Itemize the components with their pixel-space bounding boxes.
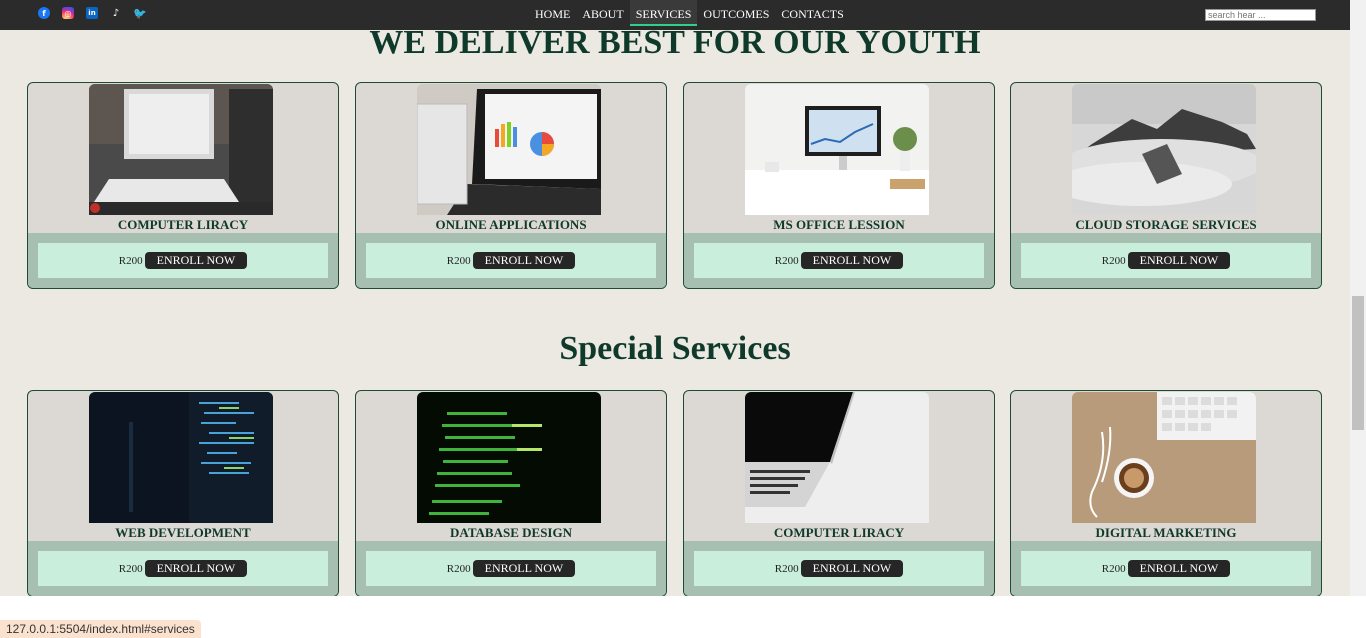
card-price: R200 xyxy=(1101,254,1126,267)
service-card: WEB DEVELOPMENT R200 ENROLL NOW xyxy=(27,390,339,597)
card-price: R200 xyxy=(774,562,799,575)
search-input[interactable] xyxy=(1205,9,1316,21)
twitter-icon[interactable]: 🐦 xyxy=(133,7,147,20)
service-card: DATABASE DESIGN R200 ENROLL NOW xyxy=(355,390,667,597)
enroll-now-button[interactable]: ENROLL NOW xyxy=(1127,560,1231,577)
card-enroll-box: R200 ENROLL NOW xyxy=(366,243,656,278)
card-enroll-box: R200 ENROLL NOW xyxy=(38,551,328,586)
linkedin-icon[interactable]: in xyxy=(86,7,98,19)
section-heading-special: Special Services xyxy=(559,330,791,367)
service-card: MS OFFICE LESSION R200 ENROLL NOW xyxy=(683,82,995,289)
card-price: R200 xyxy=(1101,562,1126,575)
card-enroll-box: R200 ENROLL NOW xyxy=(694,551,984,586)
instagram-icon[interactable]: ◎ xyxy=(62,7,74,19)
card-title: COMPUTER LIRACY xyxy=(117,217,249,232)
card-title: COMPUTER LIRACY xyxy=(773,525,905,540)
service-card: CLOUD STORAGE SERVICES R200 ENROLL NOW xyxy=(1010,82,1322,289)
enroll-now-button[interactable]: ENROLL NOW xyxy=(144,560,248,577)
card-footer: R200 ENROLL NOW xyxy=(356,541,666,596)
card-price: R200 xyxy=(774,254,799,267)
office-desk-image xyxy=(745,84,929,215)
enroll-now-button[interactable]: ENROLL NOW xyxy=(800,252,904,269)
nav-services[interactable]: SERVICES xyxy=(629,0,698,26)
card-footer: R200 ENROLL NOW xyxy=(28,541,338,596)
card-enroll-box: R200 ENROLL NOW xyxy=(1021,243,1311,278)
card-enroll-box: R200 ENROLL NOW xyxy=(1021,551,1311,586)
card-price: R200 xyxy=(118,562,143,575)
service-card: COMPUTER LIRACY R200 ENROLL NOW xyxy=(683,390,995,597)
enroll-now-button[interactable]: ENROLL NOW xyxy=(144,252,248,269)
card-enroll-box: R200 ENROLL NOW xyxy=(38,243,328,278)
social-links: f ◎ in ♪ 🐦 xyxy=(38,7,147,20)
card-price: R200 xyxy=(446,562,471,575)
enroll-now-button[interactable]: ENROLL NOW xyxy=(800,560,904,577)
card-price: R200 xyxy=(446,254,471,267)
card-enroll-box: R200 ENROLL NOW xyxy=(694,243,984,278)
enroll-now-button[interactable]: ENROLL NOW xyxy=(472,560,576,577)
scrollbar-thumb[interactable] xyxy=(1352,296,1364,430)
card-footer: R200 ENROLL NOW xyxy=(1011,541,1321,596)
card-title: DATABASE DESIGN xyxy=(450,525,572,540)
card-title: CLOUD STORAGE SERVICES xyxy=(1075,217,1257,232)
card-footer: R200 ENROLL NOW xyxy=(356,233,666,288)
coffee-keyboard-image xyxy=(1072,392,1256,523)
status-url: 127.0.0.1:5504/index.html#services xyxy=(0,620,201,638)
tiktok-icon[interactable]: ♪ xyxy=(110,7,122,19)
card-footer: R200 ENROLL NOW xyxy=(1011,233,1321,288)
enroll-now-button[interactable]: ENROLL NOW xyxy=(472,252,576,269)
white-laptop-image xyxy=(745,392,929,523)
code-screen-image xyxy=(89,392,273,523)
nav-about[interactable]: ABOUT xyxy=(576,0,629,26)
nav-contacts[interactable]: CONTACTS xyxy=(775,0,849,26)
card-title: WEB DEVELOPMENT xyxy=(115,525,251,540)
facebook-icon[interactable]: f xyxy=(38,7,50,19)
card-title: DIGITAL MARKETING xyxy=(1095,525,1237,540)
card-enroll-box: R200 ENROLL NOW xyxy=(366,551,656,586)
card-footer: R200 ENROLL NOW xyxy=(684,541,994,596)
service-card: ONLINE APPLICATIONS R200 ENROLL NOW xyxy=(355,82,667,289)
laptop-stand-image xyxy=(89,84,273,215)
enroll-now-button[interactable]: ENROLL NOW xyxy=(1127,252,1231,269)
card-title: MS OFFICE LESSION xyxy=(773,217,905,232)
nav-outcomes[interactable]: OUTCOMES xyxy=(697,0,775,26)
page-bottom-area xyxy=(0,596,1366,638)
card-title: ONLINE APPLICATIONS xyxy=(435,217,587,232)
green-code-image xyxy=(417,392,601,523)
misty-mountain-image xyxy=(1072,84,1256,215)
laptop-charts-image xyxy=(417,84,601,215)
nav-home[interactable]: HOME xyxy=(529,0,576,26)
section-heading-deliver: WE DELIVER BEST FOR OUR YOUTH xyxy=(369,24,981,61)
card-price: R200 xyxy=(118,254,143,267)
card-footer: R200 ENROLL NOW xyxy=(28,233,338,288)
card-footer: R200 ENROLL NOW xyxy=(684,233,994,288)
service-card: DIGITAL MARKETING R200 ENROLL NOW xyxy=(1010,390,1322,597)
service-card: COMPUTER LIRACY R200 ENROLL NOW xyxy=(27,82,339,289)
